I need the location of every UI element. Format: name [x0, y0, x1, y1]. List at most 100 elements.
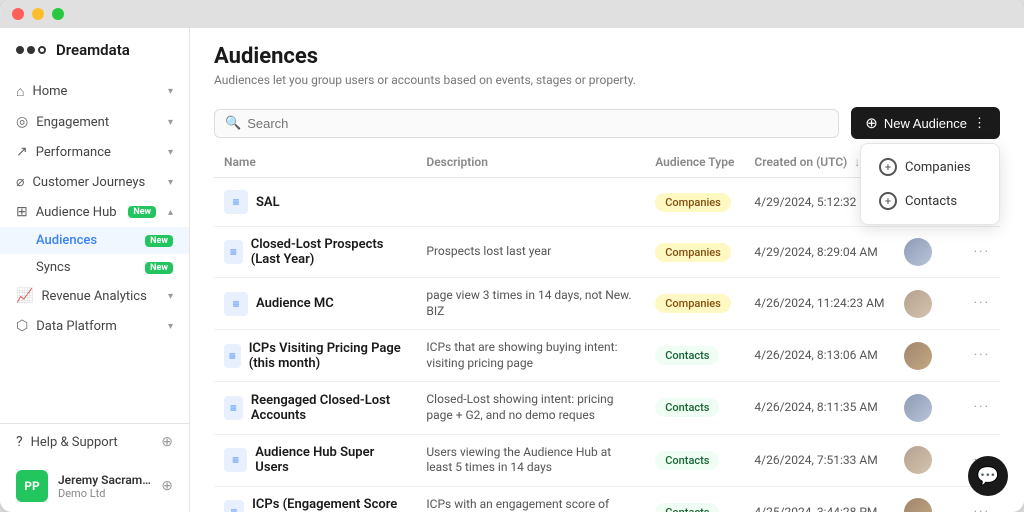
sidebar-item-performance-label: Performance [36, 145, 111, 160]
title-bar [0, 0, 1024, 28]
user-profile[interactable]: PP Jeremy Sacram... Demo Ltd ⊕ [0, 460, 189, 512]
cell-description [416, 178, 645, 227]
new-audience-wrapper: ⊕ New Audience ⋮ + Companies + Contacts [851, 107, 1000, 139]
revenue-icon: 📈 [16, 288, 33, 304]
audience-description: page view 3 times in 14 days, not New. B… [426, 288, 631, 318]
sidebar-item-performance[interactable]: ↗ Performance ▾ [0, 137, 189, 167]
row-menu-button[interactable]: ··· [974, 505, 990, 512]
cell-actions[interactable]: ··· [964, 330, 1000, 382]
cell-type: Contacts [645, 434, 744, 486]
col-name: Name [214, 147, 416, 178]
sidebar-item-engagement-label: Engagement [36, 115, 109, 130]
sidebar-subitem-audiences-label: Audiences [36, 233, 97, 248]
journeys-icon: ⌀ [16, 174, 24, 190]
table-row[interactable]: ≡ ICPs Visiting Pricing Page (this month… [214, 330, 1000, 382]
cell-type: Contacts [645, 486, 744, 512]
audience-row-icon: ≡ [224, 240, 243, 264]
audience-description: Prospects lost last year [426, 244, 551, 258]
table-row[interactable]: ≡ Closed-Lost Prospects (Last Year) Pros… [214, 227, 1000, 278]
created-date: 4/26/2024, 7:51:33 AM [754, 453, 877, 467]
audience-name: SAL [256, 195, 280, 210]
cell-name: ≡ Closed-Lost Prospects (Last Year) [214, 227, 416, 278]
settings-icon[interactable]: ⊕ [161, 478, 173, 494]
new-audience-button[interactable]: ⊕ New Audience ⋮ [851, 107, 1000, 139]
chevron-down-icon: ▾ [168, 321, 173, 332]
chat-bubble-button[interactable]: 💬 [968, 456, 1008, 496]
companies-icon: + [879, 158, 897, 176]
row-menu-button[interactable]: ··· [974, 400, 990, 415]
audience-row-icon: ≡ [224, 344, 241, 368]
row-menu-button[interactable]: ··· [974, 245, 990, 260]
sidebar-subitem-syncs-label: Syncs [36, 260, 71, 275]
sidebar-item-home[interactable]: ⌂ Home ▾ [0, 76, 189, 107]
cell-created-on: 4/26/2024, 7:51:33 AM [744, 434, 894, 486]
cell-actions[interactable]: ··· [964, 278, 1000, 330]
audience-description: Closed-Lost showing intent: pricing page… [426, 392, 613, 422]
cell-created-on: 4/29/2024, 8:29:04 AM [744, 227, 894, 278]
chevron-down-icon: ▾ [168, 147, 173, 158]
cell-type: Companies [645, 178, 744, 227]
sidebar-item-engagement[interactable]: ◎ Engagement ▾ [0, 107, 189, 137]
row-menu-button[interactable]: ··· [974, 348, 990, 363]
row-menu-button[interactable]: ··· [974, 296, 990, 311]
audience-type-badge: Companies [655, 294, 731, 313]
chevron-down-icon: ▾ [168, 86, 173, 97]
audience-name: Audience Hub Super Users [255, 445, 406, 475]
sidebar-item-data-platform[interactable]: ⬡ Data Platform ▾ [0, 311, 189, 341]
dropdown-item-contacts[interactable]: + Contacts [867, 184, 993, 218]
cell-created-by [894, 382, 963, 434]
created-date: 4/26/2024, 11:24:23 AM [754, 296, 884, 310]
home-icon: ⌂ [16, 83, 24, 100]
page-subtitle: Audiences let you group users or account… [214, 73, 1000, 87]
logo: Dreamdata [0, 28, 189, 76]
sidebar-subitem-audiences[interactable]: Audiences New [0, 227, 189, 254]
main-content: Audiences Audiences let you group users … [190, 0, 1024, 512]
cell-created-on: 4/26/2024, 8:13:06 AM [744, 330, 894, 382]
audience-type-badge: Companies [655, 243, 731, 262]
table-row[interactable]: ≡ Audience Hub Super Users Users viewing… [214, 434, 1000, 486]
sidebar-item-journeys-label: Customer Journeys [32, 175, 145, 190]
dropdown-item-companies[interactable]: + Companies [867, 150, 993, 184]
audience-name: Reengaged Closed-Lost Accounts [251, 393, 407, 423]
maximize-dot[interactable] [52, 8, 64, 20]
cell-created-on: 4/26/2024, 11:24:23 AM [744, 278, 894, 330]
table-row[interactable]: ≡ Reengaged Closed-Lost Accounts Closed-… [214, 382, 1000, 434]
cell-type: Contacts [645, 382, 744, 434]
cell-name: ≡ ICPs Visiting Pricing Page (this month… [214, 330, 416, 382]
creator-avatar [904, 498, 932, 512]
sidebar: Dreamdata ⌂ Home ▾ ◎ Engagement ▾ ↗ Perf… [0, 0, 190, 512]
sidebar-item-revenue-analytics[interactable]: 📈 Revenue Analytics ▾ [0, 281, 189, 311]
chat-icon: 💬 [977, 466, 999, 487]
cell-type: Companies [645, 278, 744, 330]
cell-description: ICPs that are showing buying intent: vis… [416, 330, 645, 382]
cell-description: Users viewing the Audience Hub at least … [416, 434, 645, 486]
sidebar-item-data-platform-label: Data Platform [36, 319, 117, 334]
cell-created-by [894, 434, 963, 486]
sidebar-item-help[interactable]: ? Help & Support ⊕ [0, 424, 189, 460]
audience-hub-icon: ⊞ [16, 204, 28, 220]
cell-actions[interactable]: ··· [964, 382, 1000, 434]
sidebar-subitem-syncs[interactable]: Syncs New [0, 254, 189, 281]
search-input[interactable] [247, 116, 828, 131]
table-row[interactable]: ≡ ICPs (Engagement Score >90%) ICPs with… [214, 486, 1000, 512]
cell-name: ≡ SAL [214, 178, 416, 227]
audience-name: Audience MC [256, 296, 334, 311]
creator-avatar [904, 238, 932, 266]
sidebar-item-customer-journeys[interactable]: ⌀ Customer Journeys ▾ [0, 167, 189, 197]
table-row[interactable]: ≡ Audience MC page view 3 times in 14 da… [214, 278, 1000, 330]
minimize-dot[interactable] [32, 8, 44, 20]
main-header: Audiences Audiences let you group users … [190, 28, 1024, 99]
cell-created-by [894, 278, 963, 330]
search-box[interactable]: 🔍 [214, 109, 839, 138]
cell-created-by [894, 486, 963, 512]
cell-actions[interactable]: ··· [964, 227, 1000, 278]
sidebar-bottom: ? Help & Support ⊕ PP Jeremy Sacram... D… [0, 423, 189, 512]
creator-avatar [904, 446, 932, 474]
external-link-icon: ⊕ [161, 434, 173, 450]
cell-description: page view 3 times in 14 days, not New. B… [416, 278, 645, 330]
created-date: 4/26/2024, 8:13:06 AM [754, 348, 877, 362]
close-dot[interactable] [12, 8, 24, 20]
new-audience-label: New Audience [884, 116, 967, 131]
sidebar-item-audience-hub[interactable]: ⊞ Audience Hub New ▴ [0, 197, 189, 227]
audience-type-badge: Contacts [655, 398, 719, 417]
